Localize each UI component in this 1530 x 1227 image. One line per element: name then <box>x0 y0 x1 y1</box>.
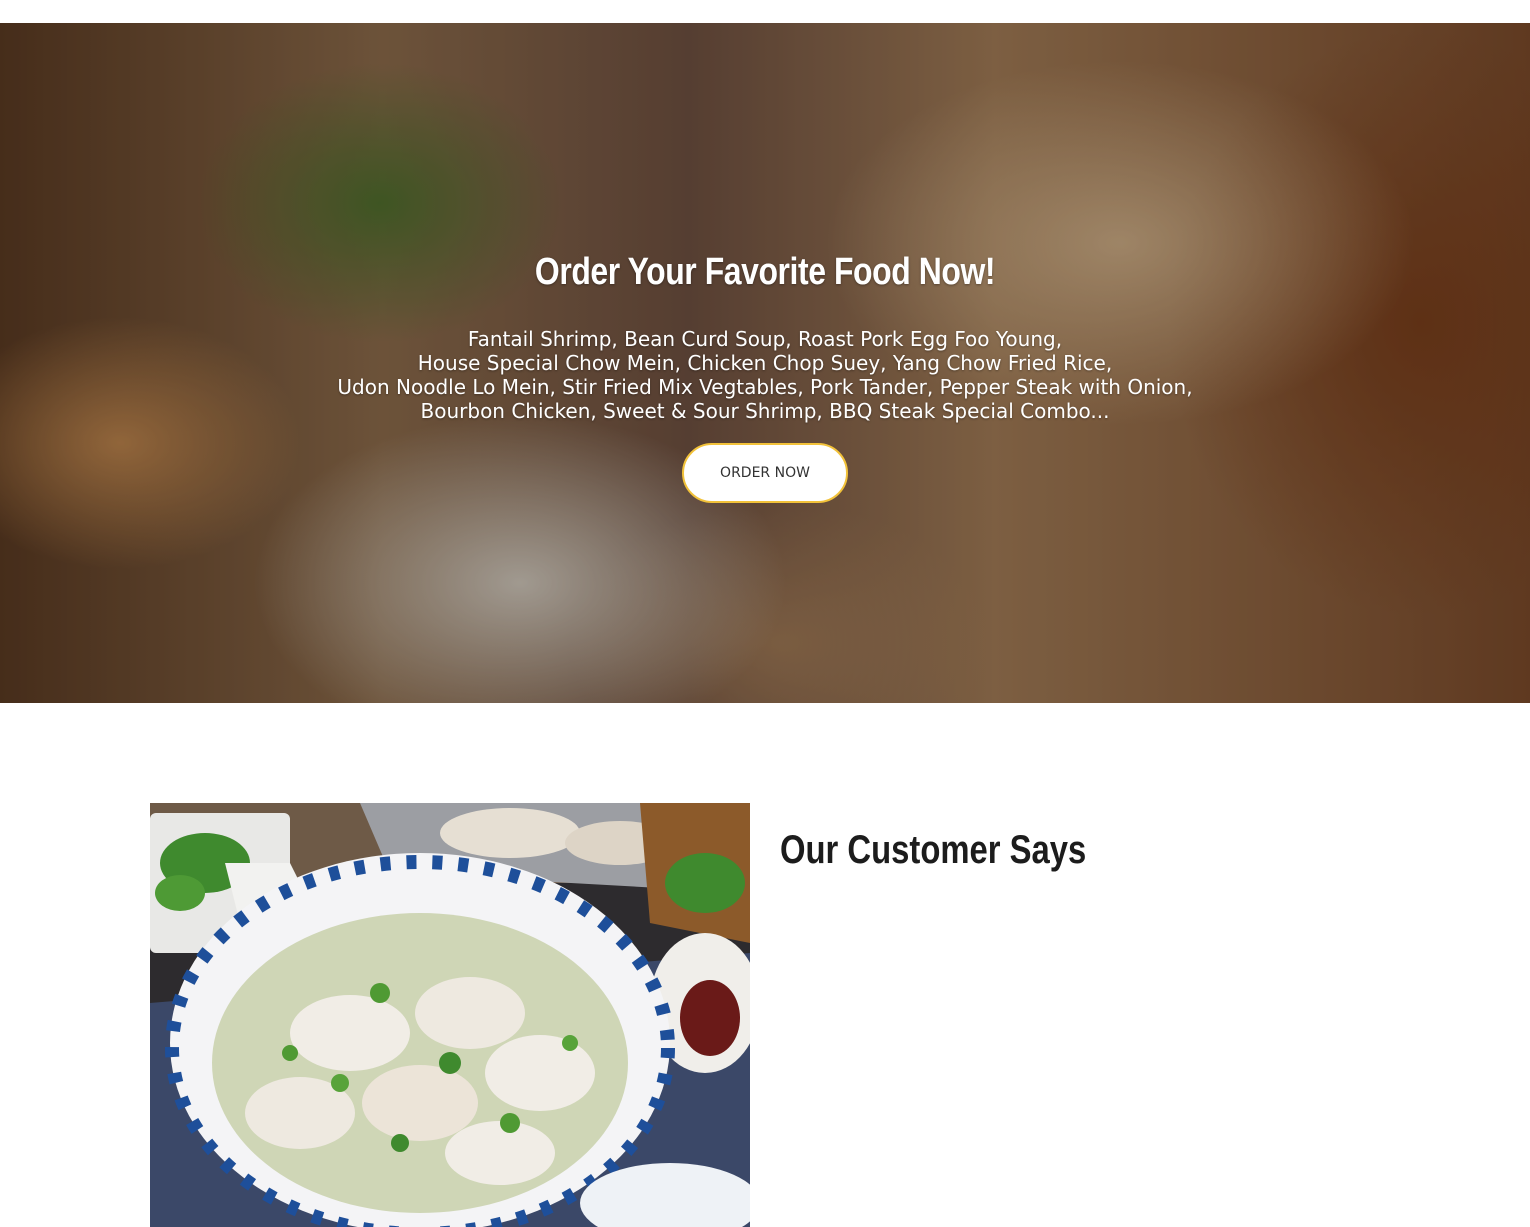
wonton-soup-photo <box>150 803 750 1227</box>
hero-banner: Order Your Favorite Food Now! Fantail Sh… <box>0 23 1530 703</box>
hero-description-line: Udon Noodle Lo Mein, Stir Fried Mix Vegt… <box>337 375 1193 399</box>
hero-menu-description: Fantail Shrimp, Bean Curd Soup, Roast Po… <box>0 327 1530 423</box>
hero-content: Order Your Favorite Food Now! Fantail Sh… <box>0 23 1530 703</box>
order-now-button[interactable]: ORDER NOW <box>682 443 848 503</box>
hero-description-line: Fantail Shrimp, Bean Curd Soup, Roast Po… <box>467 327 1063 351</box>
hero-title: Order Your Favorite Food Now! <box>534 251 996 293</box>
top-bar <box>0 0 1530 23</box>
wonton-soup-illustration <box>150 803 750 1227</box>
hero-description-line: House Special Chow Mein, Chicken Chop Su… <box>417 351 1113 375</box>
hero-description-line: Bourbon Chicken, Sweet & Sour Shrimp, BB… <box>420 399 1110 423</box>
testimonials-heading: Our Customer Says <box>780 828 1087 872</box>
